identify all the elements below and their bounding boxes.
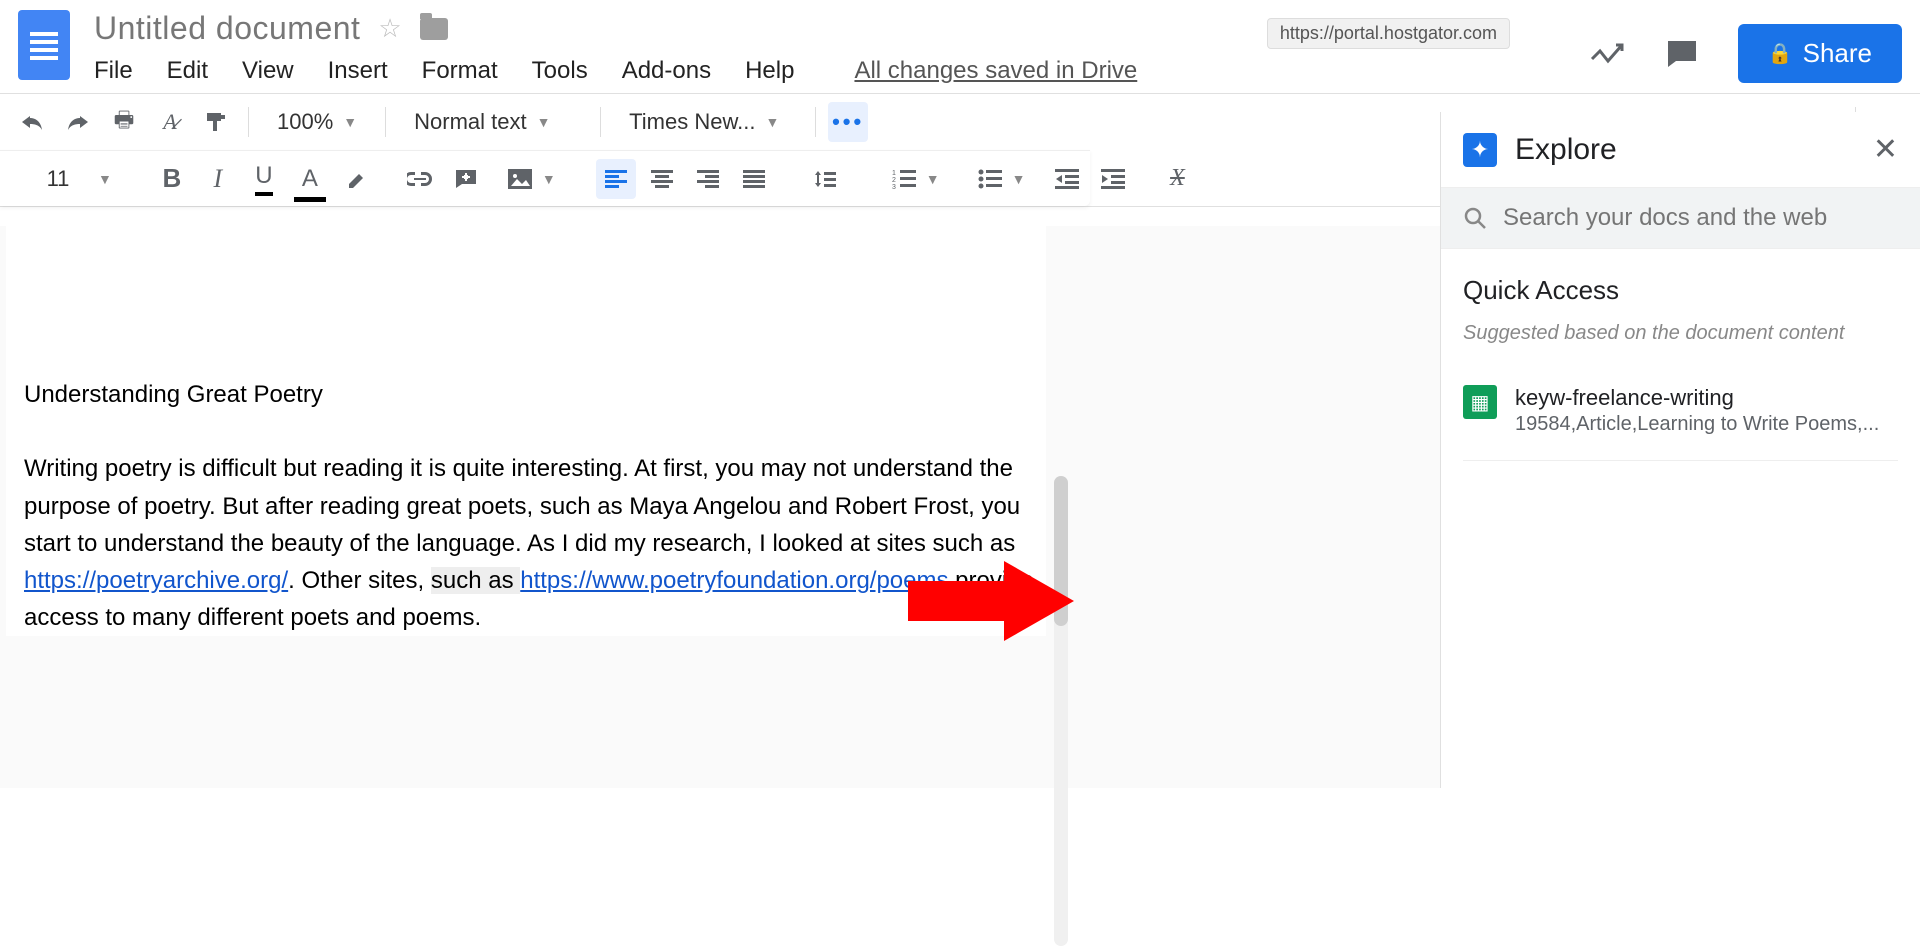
- share-label: Share: [1803, 38, 1872, 69]
- url-tooltip: https://portal.hostgator.com: [1267, 18, 1510, 49]
- font-value: Times New...: [629, 109, 755, 135]
- paint-format-button[interactable]: [196, 102, 236, 142]
- redo-button[interactable]: [58, 102, 98, 142]
- star-icon[interactable]: ☆: [378, 13, 401, 44]
- print-button[interactable]: 🖶: [104, 102, 144, 142]
- line-spacing-button[interactable]: [798, 169, 852, 189]
- close-icon[interactable]: ✕: [1873, 132, 1898, 167]
- search-icon: [1463, 206, 1487, 230]
- link-button[interactable]: [400, 159, 440, 199]
- italic-button[interactable]: I: [198, 159, 238, 199]
- annotation-arrow-icon: [908, 561, 1078, 641]
- explore-search-input[interactable]: [1503, 204, 1898, 232]
- explore-icon: ✦: [1463, 133, 1497, 167]
- image-button[interactable]: ▼: [492, 169, 572, 189]
- align-justify-button[interactable]: [734, 159, 774, 199]
- explore-title: Explore: [1515, 133, 1855, 167]
- docs-logo-icon[interactable]: [18, 10, 70, 80]
- comment-button[interactable]: [446, 159, 486, 199]
- app-header: Untitled document ☆ File Edit View Inser…: [0, 0, 1920, 85]
- save-status[interactable]: All changes saved in Drive: [854, 57, 1137, 85]
- quick-access-heading: Quick Access: [1463, 275, 1898, 306]
- header-actions: 🔒 Share: [1590, 24, 1902, 83]
- menu-edit[interactable]: Edit: [167, 57, 208, 85]
- menu-format[interactable]: Format: [422, 57, 498, 85]
- quick-access-item-title: keyw-freelance-writing: [1515, 385, 1879, 411]
- align-left-button[interactable]: [596, 159, 636, 199]
- fontsize-value: 11: [28, 166, 88, 192]
- explore-search[interactable]: [1441, 187, 1920, 249]
- menu-tools[interactable]: Tools: [532, 57, 588, 85]
- svg-text:2: 2: [892, 177, 896, 184]
- menu-file[interactable]: File: [94, 57, 133, 85]
- menu-help[interactable]: Help: [745, 57, 794, 85]
- zoom-dropdown[interactable]: 100%▼: [261, 109, 373, 135]
- bulleted-list-button[interactable]: ▼: [962, 169, 1042, 189]
- activity-icon[interactable]: [1590, 41, 1624, 67]
- style-dropdown[interactable]: Normal text▼: [398, 109, 588, 135]
- text-color-button[interactable]: A: [290, 159, 330, 199]
- link-poetryfoundation[interactable]: https://www.poetryfoundation.org/poems: [520, 567, 948, 594]
- lock-icon: 🔒: [1768, 41, 1793, 66]
- quick-access-item[interactable]: ▦ keyw-freelance-writing 19584,Article,L…: [1463, 375, 1898, 461]
- sheets-icon: ▦: [1463, 385, 1497, 419]
- numbered-list-button[interactable]: 123 ▼: [876, 169, 956, 189]
- explore-header: ✦ Explore ✕: [1441, 112, 1920, 187]
- indent-increase-button[interactable]: [1093, 159, 1133, 199]
- explore-panel: ✦ Explore ✕ Quick Access Suggested based…: [1440, 112, 1920, 788]
- clear-formatting-button[interactable]: X: [1157, 159, 1197, 199]
- svg-text:3: 3: [892, 184, 896, 189]
- toolbar-row-2: 11▼ B I U A ▼: [0, 150, 1090, 206]
- doc-heading: Understanding Great Poetry: [24, 376, 1046, 413]
- menu-insert[interactable]: Insert: [328, 57, 388, 85]
- menu-view[interactable]: View: [242, 57, 294, 85]
- spellcheck-button[interactable]: A̷: [150, 102, 190, 142]
- zoom-value: 100%: [277, 109, 333, 135]
- undo-button[interactable]: [12, 102, 52, 142]
- quick-access-subtitle: Suggested based on the document content: [1463, 322, 1898, 345]
- doc-paragraph: Writing poetry is difficult but reading …: [24, 450, 1046, 636]
- indent-decrease-button[interactable]: [1047, 159, 1087, 199]
- move-folder-icon[interactable]: [420, 18, 448, 40]
- quick-access-item-meta: 19584,Article,Learning to Write Poems,..…: [1515, 413, 1879, 436]
- align-right-button[interactable]: [688, 159, 728, 199]
- link-poetryarchive[interactable]: https://poetryarchive.org/: [24, 567, 288, 594]
- align-center-button[interactable]: [642, 159, 682, 199]
- highlight-button[interactable]: [336, 159, 376, 199]
- vertical-scrollbar[interactable]: [1054, 476, 1068, 946]
- menu-addons[interactable]: Add-ons: [622, 57, 711, 85]
- document-page[interactable]: Understanding Great Poetry Writing poetr…: [6, 226, 1046, 636]
- document-title[interactable]: Untitled document: [94, 10, 360, 47]
- font-dropdown[interactable]: Times New...▼: [613, 109, 803, 135]
- style-value: Normal text: [414, 109, 526, 135]
- explore-body: Quick Access Suggested based on the docu…: [1441, 249, 1920, 487]
- fontsize-dropdown[interactable]: 11▼: [12, 166, 128, 192]
- comments-icon[interactable]: [1664, 39, 1698, 69]
- svg-text:1: 1: [892, 170, 896, 177]
- bold-button[interactable]: B: [152, 159, 192, 199]
- underline-button[interactable]: U: [244, 159, 284, 199]
- share-button[interactable]: 🔒 Share: [1738, 24, 1902, 83]
- more-toolbar-button[interactable]: •••: [828, 102, 868, 142]
